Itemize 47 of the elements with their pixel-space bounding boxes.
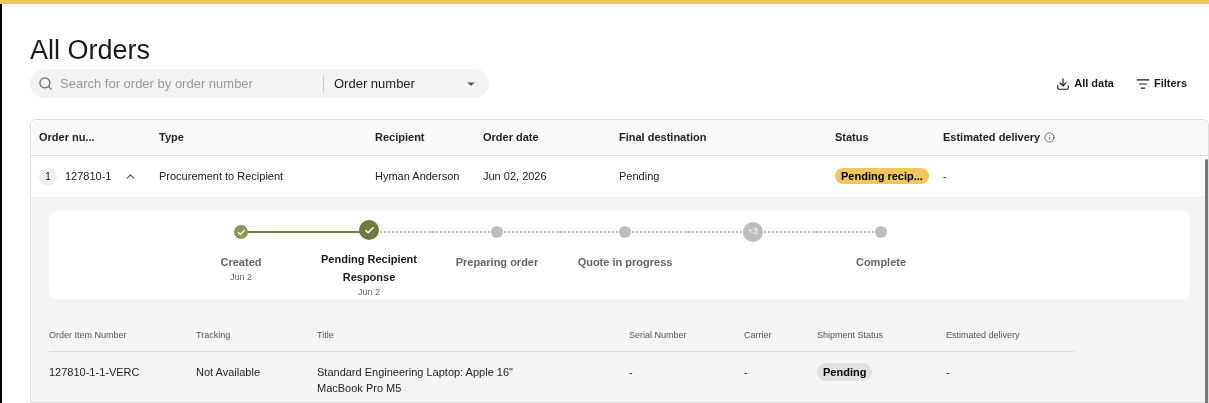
search-field[interactable]: Search for order by order number — [60, 73, 320, 94]
column-header: Estimated delivery — [946, 330, 1020, 340]
page-title: All Orders — [30, 34, 152, 66]
column-header: Shipment Status — [817, 330, 884, 340]
search-icon — [38, 76, 53, 91]
table-cell-text: Standard Engineering Laptop: Apple 16" MacBook Pro M5 — [317, 365, 514, 396]
step-label: Pending Recipient Response — [320, 251, 418, 285]
table-cell-text: 127810-1 — [65, 169, 112, 185]
column-header: Recipient — [375, 130, 425, 146]
step-date: Jun 2 — [358, 285, 380, 299]
shipment-status-badge: Pending — [817, 363, 873, 381]
download-button[interactable]: All data — [1056, 75, 1114, 92]
column-header: Order nu... — [39, 130, 95, 146]
table-cell: Procurement to Recipient — [159, 170, 284, 183]
column-header: Title — [317, 330, 334, 340]
table-cell: Not Available — [196, 366, 260, 378]
count-badge: 1 — [39, 167, 57, 186]
info-icon — [1044, 132, 1056, 143]
download-icon — [1056, 76, 1071, 91]
step-label: Created — [219, 255, 263, 270]
filters-button[interactable]: Filters — [1136, 75, 1187, 92]
column-header: Order date — [483, 130, 539, 146]
table-cell: - — [943, 170, 947, 183]
column-header: Order Item Number — [49, 330, 127, 340]
status-badge: Pending recip... — [835, 168, 929, 185]
column-header: Status — [835, 130, 869, 146]
column-header: Serial Number — [629, 330, 687, 340]
step-label: Quote in progress — [576, 255, 674, 270]
step-label: Preparing order — [454, 255, 540, 270]
search-bar[interactable]: Search for order by order number Order number — [30, 69, 489, 98]
column-header: Type — [159, 130, 184, 146]
table-cell: - — [744, 366, 748, 378]
table-cell: - — [946, 366, 950, 378]
column-header: Final destination — [619, 130, 707, 146]
search-field-dropdown[interactable]: Order number — [334, 73, 481, 94]
column-header: Carrier — [744, 330, 772, 340]
step-label: Complete — [854, 255, 908, 270]
check-icon — [234, 225, 248, 239]
table-cell: Pending — [619, 170, 660, 183]
table-cell: Jun 02, 2026 — [483, 170, 547, 183]
step-date: Jun 2 — [230, 271, 252, 284]
table-cell: 127810-1-1-VERC — [49, 366, 140, 378]
table-cell: - — [629, 366, 633, 378]
column-header: Estimated delivery — [943, 130, 1041, 146]
table-cell: Hyman Anderson — [375, 170, 460, 183]
filter-icon — [1136, 76, 1150, 91]
column-header: Tracking — [196, 330, 231, 340]
